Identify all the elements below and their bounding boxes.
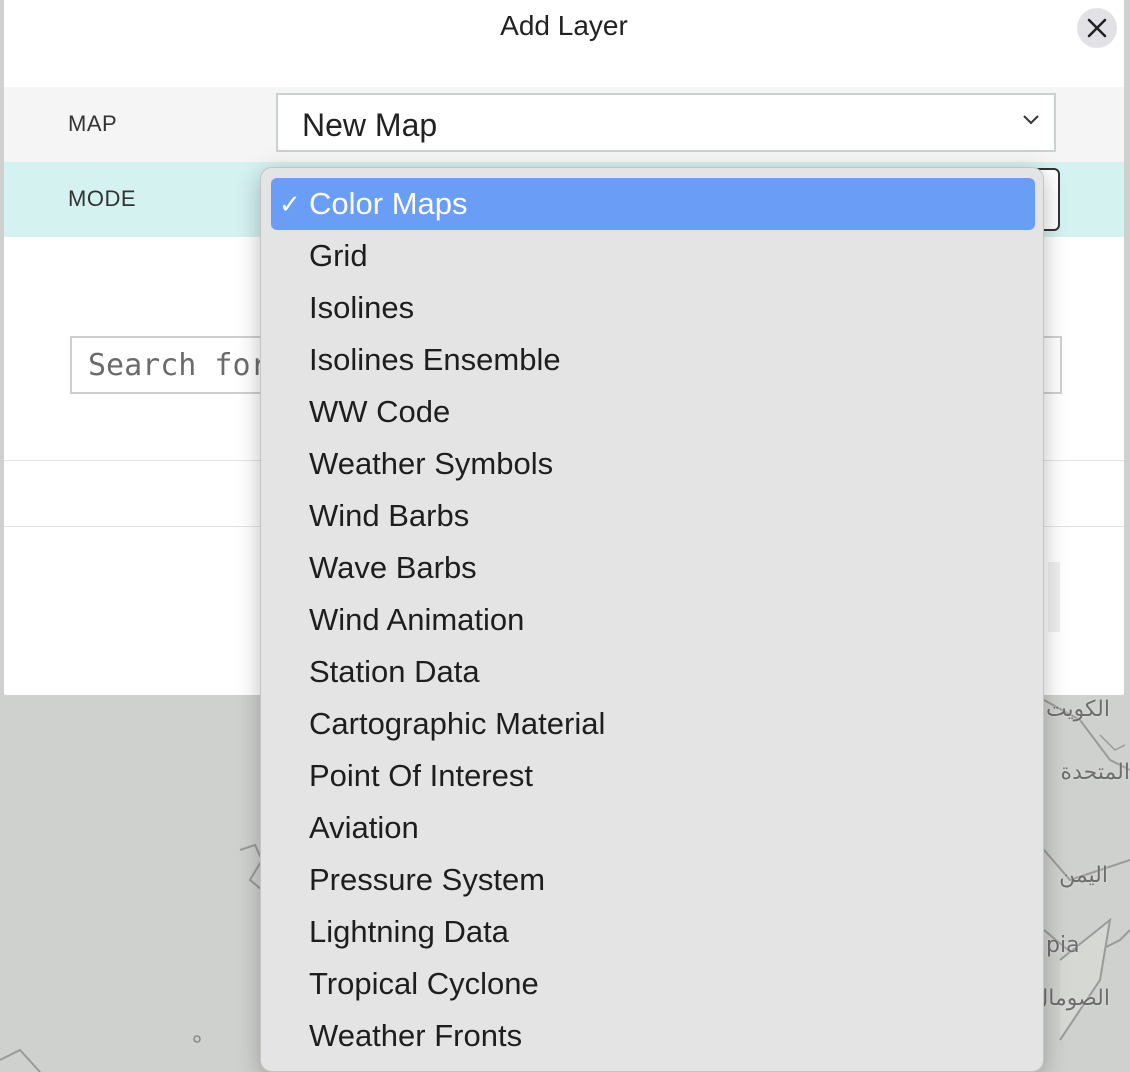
map-label: اليمن [1059, 863, 1108, 888]
option-label: Station Data [309, 654, 480, 689]
option-label: Isolines [309, 290, 415, 325]
option-pressure-system[interactable]: Pressure System [271, 854, 1035, 906]
option-station-data[interactable]: Station Data [271, 646, 1035, 698]
option-label: WW Code [309, 394, 451, 429]
map-label: الكويت [1045, 697, 1110, 722]
option-wind-animation[interactable]: Wind Animation [271, 594, 1035, 646]
option-aviation[interactable]: Aviation [271, 802, 1035, 854]
option-label: Weather Symbols [309, 446, 554, 481]
option-grid[interactable]: Grid [271, 230, 1035, 282]
option-label: Aviation [309, 810, 419, 845]
option-lightning-data[interactable]: Lightning Data [271, 906, 1035, 958]
chevron-down-icon [1023, 115, 1039, 125]
option-color-maps[interactable]: ✓ Color Maps [271, 178, 1035, 230]
option-label: Lightning Data [309, 914, 509, 949]
option-isolines-ensemble[interactable]: Isolines Ensemble [271, 334, 1035, 386]
map-select[interactable]: New Map [276, 93, 1056, 152]
map-label: pia [1046, 933, 1080, 958]
option-label: Color Maps [309, 186, 468, 221]
option-weather-symbols[interactable]: Weather Symbols [271, 438, 1035, 490]
action-button[interactable] [1048, 562, 1060, 632]
option-tropical-cyclone[interactable]: Tropical Cyclone [271, 958, 1035, 1010]
option-label: Pressure System [309, 862, 546, 897]
option-label: Wind Barbs [309, 498, 470, 533]
option-label: Wind Animation [309, 602, 525, 637]
option-label: Cartographic Material [309, 706, 606, 741]
option-wave-barbs[interactable]: Wave Barbs [271, 542, 1035, 594]
map-select-value: New Map [302, 107, 438, 143]
map-label-text: MAP [68, 111, 118, 136]
option-cartographic-material[interactable]: Cartographic Material [271, 698, 1035, 750]
option-label: Tropical Cyclone [309, 966, 539, 1001]
option-point-of-interest[interactable]: Point Of Interest [271, 750, 1035, 802]
option-ww-code[interactable]: WW Code [271, 386, 1035, 438]
map-row: MAP New Map [4, 87, 1124, 162]
option-isolines[interactable]: Isolines [271, 282, 1035, 334]
option-label: Weather Fronts [309, 1018, 523, 1053]
dialog-title: Add Layer [500, 10, 628, 41]
option-label: Isolines Ensemble [309, 342, 561, 377]
option-weather-fronts[interactable]: Weather Fronts [271, 1010, 1035, 1062]
mode-label-text: MODE [68, 186, 136, 211]
option-wind-barbs[interactable]: Wind Barbs [271, 490, 1035, 542]
close-button[interactable] [1077, 8, 1117, 48]
mode-dropdown-menu: ✓ Color Maps Grid Isolines Isolines Ense… [260, 167, 1044, 1072]
checkmark-icon: ✓ [279, 189, 301, 219]
option-label: Point Of Interest [309, 758, 533, 793]
option-label: Wave Barbs [309, 550, 477, 585]
close-icon [1087, 18, 1107, 38]
option-label: Grid [309, 238, 368, 273]
map-label: المتحدة [1060, 760, 1130, 785]
